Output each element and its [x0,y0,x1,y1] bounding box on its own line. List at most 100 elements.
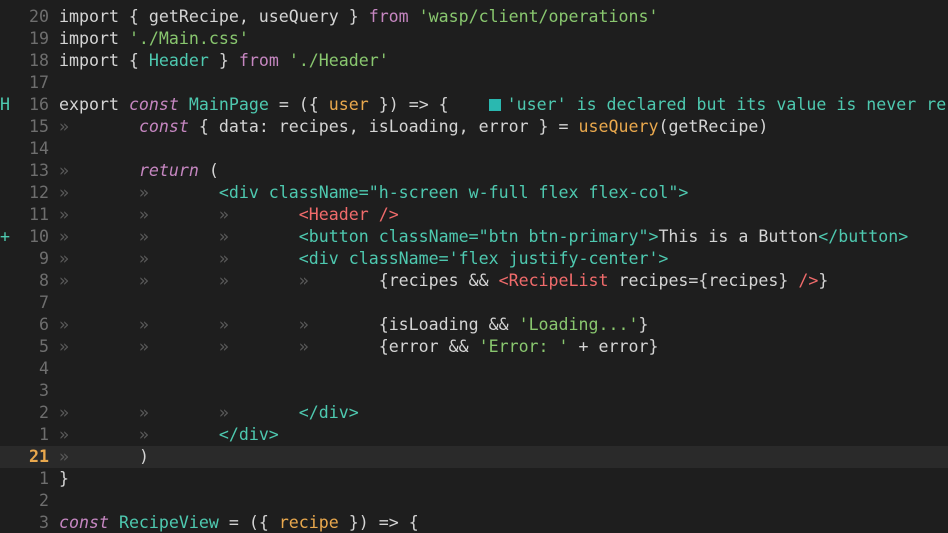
code-token: + error} [568,337,659,356]
code-token: <button className="btn btn-primary"> [298,227,659,246]
line-number: 6 [39,315,49,334]
code-token: » » » » [59,337,379,356]
line-number: 3 [39,513,49,532]
code-line[interactable]: 6 » » » » {isLoading && 'Loading...'} [0,314,948,336]
code-token: from [368,7,409,26]
code-line[interactable]: 2 [0,490,948,512]
line-number: 4 [39,359,49,378]
code-text: import { getRecipe, useQuery } from 'was… [59,6,658,28]
line-number: 5 [39,337,49,356]
code-line[interactable]: 8 » » » » {recipes && <RecipeList recipes… [0,270,948,292]
line-number: 9 [39,249,49,268]
code-line[interactable]: 1} [0,468,948,490]
code-token: » » » [59,249,299,268]
code-line[interactable]: 14 [0,138,948,160]
line-number: 20 [29,7,49,26]
code-token: } [208,51,239,70]
code-token: import { [59,51,149,70]
code-token: <RecipeList [498,271,609,290]
code-token: const [128,95,179,114]
code-text: import { Header } from './Header' [59,50,389,72]
code-line[interactable]: 3 [0,380,948,402]
code-line[interactable]: 15 » const { data: recipes, isLoading, er… [0,116,948,138]
code-token: } [638,315,649,334]
line-number: 2 [39,403,49,422]
code-token: recipes={recipes} [608,271,799,290]
code-token: » » » [59,403,299,422]
code-token: }) => { [368,95,449,114]
code-token: = ({ [268,95,329,114]
code-line[interactable]: 12 » » <div className="h-screen w-full fl… [0,182,948,204]
line-number: 15 [29,117,49,136]
line-number: 7 [39,293,49,312]
code-token: recipe [278,513,339,532]
code-token: » » » [59,205,299,224]
line-number: 17 [29,73,49,92]
code-text: » » <div className="h-screen w-full flex… [59,182,688,204]
code-token: 'wasp/client/operations' [418,7,659,26]
code-text: » » » » {error && 'Error: ' + error} [59,336,658,358]
code-line[interactable]: 13 » return ( [0,160,948,182]
line-number: 18 [29,51,49,70]
code-token: ) [138,447,149,466]
code-token: import [59,29,129,48]
diagnostic-message: 'user' is declared but its value is neve… [506,95,947,114]
code-token: <Header /> [298,205,399,224]
code-token: const [59,513,109,532]
line-number: 1 [39,425,49,444]
line-number: 12 [29,183,49,202]
code-token: export [59,95,129,114]
code-line[interactable]: 1 » » </div> [0,424,948,446]
code-line[interactable]: 21 » ) [0,446,948,468]
line-number: 14 [29,139,49,158]
code-line[interactable]: 3 const RecipeView = ({ recipe }) => { [0,512,948,533]
code-text: » » </div> [59,424,279,446]
code-token: » » » » [59,315,379,334]
code-line[interactable]: H 16 export const MainPage = ({ user }) =>… [0,94,948,116]
code-line[interactable]: 17 [0,72,948,94]
code-token: » [59,447,139,466]
code-token: » » » [59,227,299,246]
code-line[interactable]: 4 [0,358,948,380]
code-token: './Main.css' [128,29,249,48]
code-token: </div> [298,403,359,422]
code-token: return [138,161,199,180]
code-text: » » » » {isLoading && 'Loading...'} [59,314,648,336]
code-line[interactable]: 7 [0,292,948,314]
code-line[interactable]: +10 » » » <button className="btn btn-prim… [0,226,948,248]
code-token: » » [59,183,219,202]
code-token: import { getRecipe, useQuery } [59,7,369,26]
code-token: = ({ [218,513,279,532]
code-token: /> [798,271,819,290]
line-number: 8 [39,271,49,290]
code-line[interactable]: 20 import { getRecipe, useQuery } from 'w… [0,6,948,28]
code-line[interactable]: 18 import { Header } from './Header' [0,50,948,72]
code-text: » return ( [59,160,219,182]
code-text: » » » » {recipes && <RecipeList recipes=… [59,270,828,292]
code-token: </div> [218,425,279,444]
code-token: ( [198,161,219,180]
code-token: {isLoading && [378,315,519,334]
line-number: 2 [39,491,49,510]
code-line[interactable]: 2 » » » </div> [0,402,948,424]
code-editor[interactable]: 20 import { getRecipe, useQuery } from 'w… [0,0,948,533]
code-token: » [59,117,139,136]
code-text: » ) [59,446,149,468]
code-line[interactable]: 9 » » » <div className='flex justify-cent… [0,248,948,270]
code-token: user [328,95,369,114]
gutter-sign: + [0,227,10,246]
code-token: } [59,469,69,488]
code-token: useQuery [578,117,659,136]
line-number: 16 [29,95,49,114]
code-token: './Header' [288,51,389,70]
code-line[interactable]: 5 » » » » {error && 'Error: ' + error} [0,336,948,358]
code-token: </button> [818,227,909,246]
code-text: import './Main.css' [59,28,249,50]
line-number: 19 [29,29,49,48]
code-token: 'Loading...' [518,315,639,334]
code-line[interactable]: 19 import './Main.css' [0,28,948,50]
diagnostic-hint-icon [488,99,501,111]
code-line[interactable]: 11 » » » <Header /> [0,204,948,226]
